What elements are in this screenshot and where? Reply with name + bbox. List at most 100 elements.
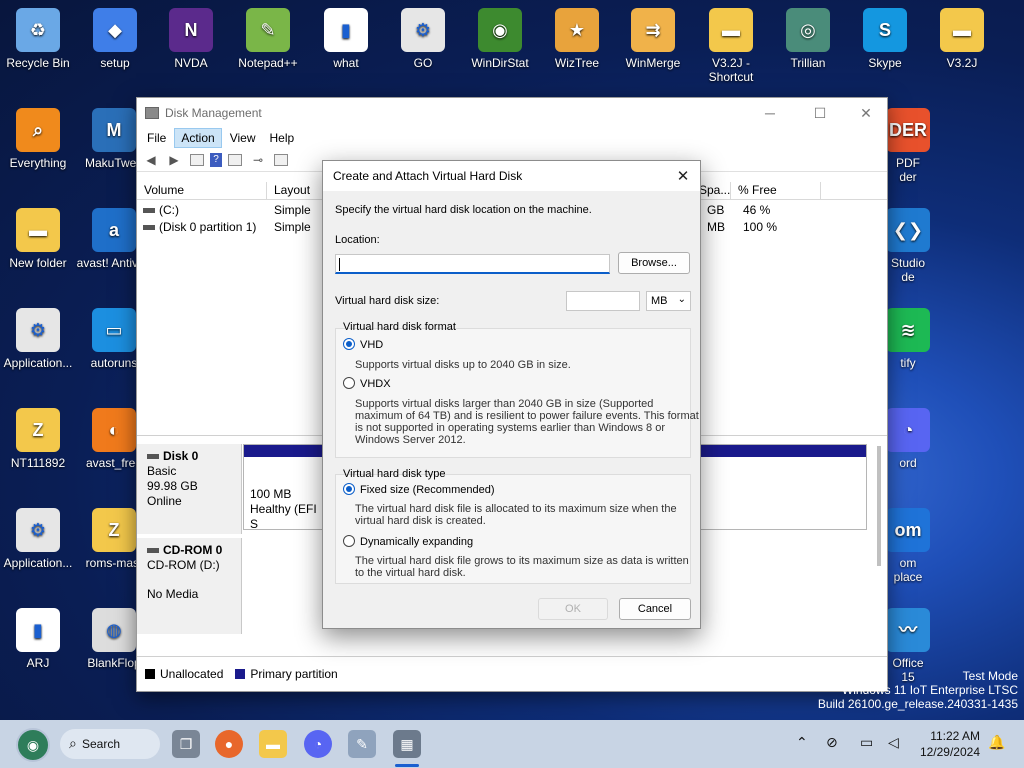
column-volume[interactable]: Volume — [137, 182, 267, 199]
location-input[interactable] — [335, 254, 610, 274]
disk-0-size: 99.98 GB — [147, 479, 198, 493]
connect-icon[interactable]: ⊸ — [248, 151, 268, 169]
desktop-icon[interactable]: ▬ V3.2J — [924, 8, 1000, 70]
desktop-icon[interactable]: ⚙ GO — [385, 8, 461, 70]
properties-icon[interactable] — [228, 153, 242, 166]
desktop-icon[interactable]: ◎ Trillian — [770, 8, 846, 70]
size-unit-select[interactable]: MB ⌄ — [646, 291, 691, 311]
drive-icon — [143, 225, 155, 231]
desktop-icon[interactable]: ▬ V3.2J - Shortcut — [693, 8, 769, 84]
back-arrow-icon[interactable]: ◀ — [141, 151, 161, 169]
vhd-description: Supports virtual disks up to 2040 GB in … — [355, 359, 571, 371]
desktop-icon[interactable]: ⌕ Everything — [0, 108, 76, 170]
desktop-icon[interactable]: ⇉ WinMerge — [615, 8, 691, 70]
menu-help[interactable]: Help — [264, 129, 301, 147]
scrollbar[interactable] — [877, 446, 881, 566]
console-tree-icon[interactable] — [190, 153, 204, 166]
chevron-down-icon: ⌄ — [677, 294, 686, 305]
primary-partition-bar — [244, 445, 322, 457]
vhdx-label[interactable]: VHDX — [360, 378, 391, 390]
watermark-line-3: Build 26100.ge_release.240331-1435 — [817, 697, 1018, 711]
desktop-icon[interactable]: ▮ ARJ — [0, 608, 76, 670]
size-input[interactable] — [566, 291, 640, 311]
efi-partition[interactable]: 100 MB Healthy (EFI S — [243, 444, 323, 531]
browse-button[interactable]: Browse... — [618, 252, 690, 274]
desktop-icon[interactable]: ✎ Notepad++ — [230, 8, 306, 70]
volume-space: GB — [707, 203, 725, 217]
minimize-button[interactable]: ─ — [747, 98, 793, 128]
primary-partition-bar — [698, 445, 866, 457]
desktop-icon[interactable]: S Skype — [847, 8, 923, 70]
desktop-icon[interactable]: Z NT111892 — [0, 408, 76, 470]
disk-management-taskbar-icon[interactable]: ▦ — [393, 730, 421, 758]
desktop-icon[interactable]: ♻ Recycle Bin — [0, 8, 76, 70]
close-button[interactable]: ✕ — [843, 98, 889, 128]
clock[interactable]: 11:22 AM 12/29/2024 — [914, 728, 980, 760]
file-explorer-icon[interactable]: ▬ — [259, 730, 287, 758]
desktop-icon-label: WinMerge — [625, 56, 681, 70]
task-view-icon[interactable]: ❐ — [172, 730, 200, 758]
app-icon: ◐ — [92, 408, 136, 452]
notification-bell-icon[interactable]: 🔔 — [988, 734, 1005, 751]
desktop-icon[interactable]: ★ WizTree — [539, 8, 615, 70]
volume-name: (C:) — [159, 203, 179, 217]
vhd-label[interactable]: VHD — [360, 339, 383, 351]
chevron-up-icon[interactable]: ⌃ — [796, 734, 808, 751]
cancel-button[interactable]: Cancel — [619, 598, 691, 620]
dynamic-label[interactable]: Dynamically expanding — [360, 536, 473, 548]
firefox-icon[interactable]: ● — [215, 730, 243, 758]
network-disconnected-icon[interactable]: ⊘ — [826, 734, 838, 751]
dialog-close-button[interactable]: ✕ — [672, 166, 694, 186]
desktop-icon[interactable]: ▮ what — [308, 8, 384, 70]
desktop-icon[interactable]: ⚙ Application... — [0, 308, 76, 370]
app-icon: om — [886, 508, 930, 552]
vhdx-description-4: Windows Server 2012. — [355, 434, 466, 446]
ok-button[interactable]: OK — [538, 598, 608, 620]
forward-arrow-icon[interactable]: ▶ — [164, 151, 184, 169]
speaker-muted-icon[interactable]: ◁ — [888, 734, 899, 751]
c-partition[interactable] — [697, 444, 867, 530]
vhd-radio[interactable] — [343, 338, 355, 350]
column-percent-free[interactable]: % Free — [731, 182, 821, 199]
discord-icon[interactable]: ◔ — [304, 730, 332, 758]
app-icon: ⌕ — [16, 108, 60, 152]
desktop-icon-label: Application... — [3, 356, 73, 370]
search-box[interactable]: ⌕ Search — [60, 729, 160, 759]
menu-file[interactable]: File — [141, 129, 172, 147]
paint-icon[interactable]: ✎ — [348, 730, 376, 758]
size-label: Virtual hard disk size: — [335, 295, 440, 307]
app-icon: ★ — [555, 8, 599, 52]
partition-size: 100 MB — [250, 487, 292, 501]
active-app-indicator — [395, 764, 419, 767]
desktop-icon[interactable]: ◆ setup — [77, 8, 153, 70]
desktop-icon[interactable]: N NVDA — [153, 8, 229, 70]
desktop-icon[interactable]: ⚙ Application... — [0, 508, 76, 570]
menu-action[interactable]: Action — [174, 128, 222, 148]
desktop-icon[interactable]: ▬ New folder — [0, 208, 76, 270]
app-icon: ❮❯ — [886, 208, 930, 252]
app-icon: N — [169, 8, 213, 52]
fixed-size-label[interactable]: Fixed size (Recommended) — [360, 484, 495, 496]
vhdx-radio[interactable] — [343, 377, 355, 389]
help-icon[interactable]: ? — [210, 152, 222, 167]
dynamic-radio[interactable] — [343, 535, 355, 547]
list-view-icon[interactable] — [274, 153, 288, 166]
volume-free: 46 % — [743, 203, 771, 217]
maximize-button[interactable]: ☐ — [797, 98, 843, 128]
desktop-icon-label: WizTree — [554, 56, 600, 70]
desktop-icon-label: NT111892 — [10, 456, 66, 470]
app-icon: DER — [886, 108, 930, 152]
desktop-icon[interactable]: ◉ WinDirStat — [462, 8, 538, 70]
app-icon: ♻ — [16, 8, 60, 52]
tablet-icon[interactable]: ▭ — [860, 734, 873, 751]
app-icon: ▮ — [324, 8, 368, 52]
start-globe-icon[interactable]: ◉ — [16, 728, 50, 762]
desktop-icon-label: setup — [100, 56, 130, 70]
menu-view[interactable]: View — [224, 129, 262, 147]
column-layout[interactable]: Layout — [267, 182, 327, 199]
cdrom-0-label[interactable]: CD-ROM 0 CD-ROM (D:) No Media — [137, 538, 242, 634]
disk-0-label[interactable]: Disk 0 Basic 99.98 GB Online — [137, 444, 242, 534]
app-icon: ✎ — [246, 8, 290, 52]
fixed-size-radio[interactable] — [343, 483, 355, 495]
app-icon: ◉ — [478, 8, 522, 52]
